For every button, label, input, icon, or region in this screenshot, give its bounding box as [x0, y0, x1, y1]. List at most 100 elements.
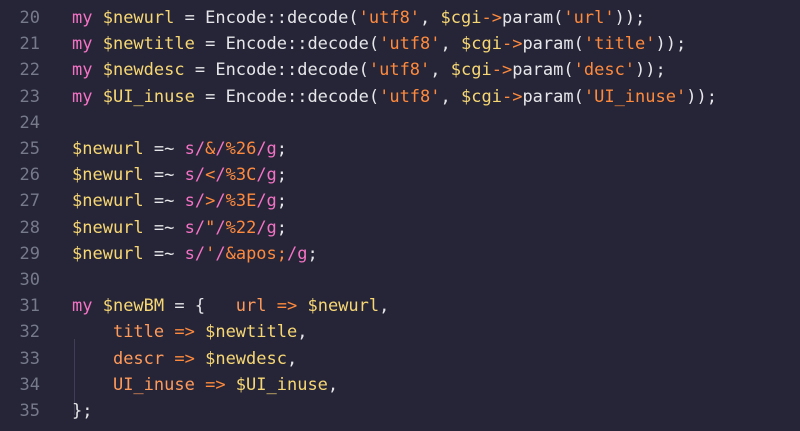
code-text[interactable]: };	[72, 398, 92, 424]
code-line[interactable]: 24	[0, 110, 800, 136]
code-line[interactable]: 34 UI_inuse => $UI_inuse,	[0, 372, 800, 398]
code-token: =>	[164, 348, 206, 369]
code-token: /	[215, 217, 226, 238]
code-token: $cgi	[440, 8, 482, 28]
line-number: 34	[19, 374, 40, 395]
code-token: $UI_inuse	[102, 86, 195, 107]
code-token: 'utf8'	[358, 8, 421, 28]
code-text[interactable]: title => $newtitle,	[72, 319, 308, 345]
code-token: 'desc'	[573, 60, 636, 81]
code-token: =	[194, 34, 226, 55]
code-token: =~	[143, 217, 185, 238]
code-token: ->	[501, 34, 523, 55]
code-token: ,	[297, 322, 308, 343]
code-text[interactable]: my $newBM = { url => $newurl,	[72, 293, 389, 319]
code-text[interactable]: my $newdesc = Encode::decode('utf8', $cg…	[72, 57, 666, 83]
code-line[interactable]: 35};	[0, 398, 800, 424]
code-line[interactable]: 33 descr => $newdesc,	[0, 346, 800, 372]
code-token: =>	[266, 296, 308, 317]
code-text[interactable]: $newurl =~ s/"/%22/g;	[72, 215, 287, 241]
code-token: $UI_inuse	[235, 374, 328, 395]
code-token: ,	[420, 8, 441, 28]
line-number: 21	[19, 34, 40, 55]
code-token: /g	[256, 191, 277, 212]
code-line[interactable]: 23 my $UI_inuse = Encode::decode('utf8', …	[0, 84, 800, 110]
code-token: $newurl	[72, 139, 144, 159]
code-token: 'utf8'	[379, 34, 441, 55]
code-text[interactable]: my $newurl = Encode::decode('utf8', $cgi…	[72, 5, 645, 31]
code-token: =~	[143, 191, 185, 212]
code-text[interactable]: $newurl =~ s/>/%3E/g;	[72, 188, 287, 214]
code-token: param(	[522, 86, 584, 107]
code-token: ,	[327, 374, 339, 395]
code-token: $newurl	[72, 217, 144, 238]
code-token: ;	[276, 139, 288, 159]
code-text[interactable]: $newurl =~ s/</%3C/g;	[72, 162, 287, 188]
code-token: ,	[430, 60, 451, 81]
code-token: =~	[143, 243, 185, 264]
code-token: $cgi	[461, 86, 502, 107]
code-editor[interactable]: 20 my $newurl = Encode::decode('utf8', $c…	[0, 0, 800, 431]
code-text[interactable]: my $UI_inuse = Encode::decode('utf8', $c…	[72, 84, 717, 110]
code-token: url	[235, 296, 267, 317]
code-token: ->	[481, 8, 502, 28]
code-text[interactable]: my $newtitle = Encode::decode('utf8', $c…	[72, 31, 686, 57]
code-token: %3C	[225, 165, 257, 186]
code-text[interactable]: descr => $newdesc,	[72, 346, 297, 372]
code-token: >	[205, 191, 216, 212]
code-line[interactable]: 32 title => $newtitle,	[0, 319, 800, 345]
code-token: $newdesc	[102, 60, 185, 81]
code-token: =>	[194, 374, 236, 395]
line-number: 29	[19, 243, 40, 264]
code-token: 'utf8'	[379, 86, 441, 107]
code-token: $newtitle	[102, 34, 195, 55]
code-token: %3E	[225, 191, 257, 212]
line-number: 32	[19, 322, 40, 343]
code-token: $cgi	[461, 34, 502, 55]
code-token: my	[72, 8, 103, 28]
code-line[interactable]: 22 my $newdesc = Encode::decode('utf8', $…	[0, 57, 800, 83]
line-number: 35	[19, 401, 40, 421]
code-token: param(	[501, 8, 564, 28]
code-token: "	[205, 217, 216, 238]
code-token: = {	[164, 296, 236, 317]
code-token: ,	[440, 86, 461, 107]
code-token: s/	[184, 243, 206, 264]
code-line[interactable]: 29 $newurl =~ s/'/&apos;/g;	[0, 241, 800, 267]
code-line[interactable]: 30	[0, 267, 800, 293]
code-token: 'title'	[583, 34, 656, 55]
code-text[interactable]: UI_inuse => $UI_inuse,	[72, 372, 338, 398]
line-number: 28	[19, 217, 40, 238]
line-number: 27	[19, 191, 40, 212]
code-line[interactable]: 28 $newurl =~ s/"/%22/g;	[0, 215, 800, 241]
code-line[interactable]: 25 $newurl =~ s/&/%26/g;	[0, 136, 800, 162]
code-token: s/	[184, 139, 206, 159]
code-token: /g	[256, 165, 277, 186]
code-line[interactable]: 21 my $newtitle = Encode::decode('utf8', …	[0, 31, 800, 57]
code-line[interactable]: 20 my $newurl = Encode::decode('utf8', $c…	[0, 5, 800, 31]
code-token: <	[205, 165, 216, 186]
line-number: 33	[19, 348, 40, 369]
code-line[interactable]: 31 my $newBM = { url => $newurl,	[0, 293, 800, 319]
code-token: $newdesc	[205, 348, 287, 369]
code-token: UI_inuse	[112, 374, 195, 395]
code-token: s/	[184, 165, 206, 186]
code-token: '	[205, 243, 216, 264]
code-text[interactable]: $newurl =~ s/&/%26/g;	[72, 136, 287, 162]
code-token: my	[72, 296, 103, 317]
line-number: 31	[19, 296, 40, 317]
code-text[interactable]: $newurl =~ s/'/&apos;/g;	[72, 241, 318, 267]
code-token: $newurl	[72, 243, 144, 264]
code-token: ));	[614, 8, 646, 28]
code-token: my	[72, 86, 103, 107]
code-token: =	[174, 8, 206, 28]
code-token: $cgi	[450, 60, 492, 81]
code-token: ->	[501, 86, 523, 107]
code-line[interactable]: 26 $newurl =~ s/</%3C/g;	[0, 162, 800, 188]
code-token: title	[112, 322, 165, 343]
code-line[interactable]: 27 $newurl =~ s/>/%3E/g;	[0, 188, 800, 214]
code-token: &	[205, 139, 216, 159]
code-token: Encode::decode(	[225, 86, 380, 107]
code-token: 'utf8'	[368, 60, 431, 81]
